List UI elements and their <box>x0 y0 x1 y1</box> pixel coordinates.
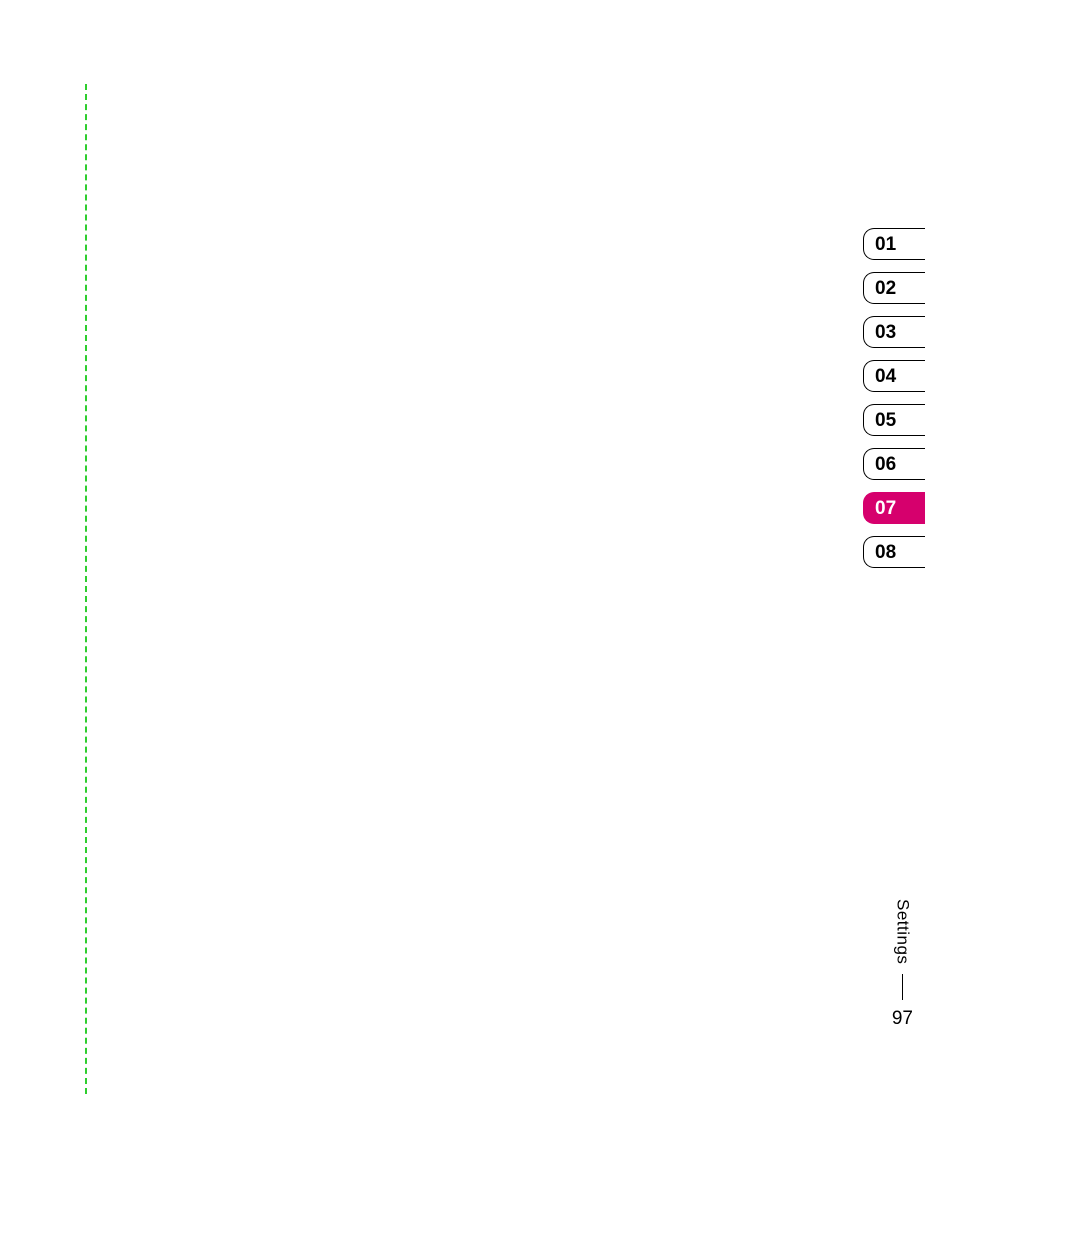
tab-01[interactable]: 01 <box>863 228 925 260</box>
tab-04[interactable]: 04 <box>863 360 925 392</box>
page-footer: Settings 97 <box>892 899 913 1030</box>
footer-divider <box>902 974 904 1000</box>
tab-05[interactable]: 05 <box>863 404 925 436</box>
section-label: Settings <box>892 899 912 964</box>
tab-02[interactable]: 02 <box>863 272 925 304</box>
tab-08[interactable]: 08 <box>863 536 925 568</box>
page-number: 97 <box>892 1008 913 1030</box>
tab-03[interactable]: 03 <box>863 316 925 348</box>
tab-07[interactable]: 07 <box>863 492 925 524</box>
section-tabs: 01 02 03 04 05 06 07 08 <box>863 228 925 568</box>
tab-06[interactable]: 06 <box>863 448 925 480</box>
fold-line <box>85 84 87 1094</box>
